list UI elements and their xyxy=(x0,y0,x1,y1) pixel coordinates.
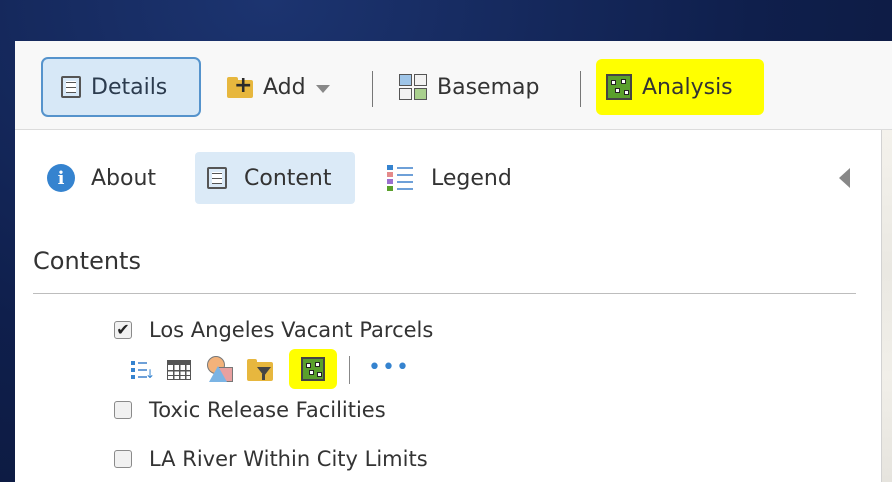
info-icon: i xyxy=(47,164,75,192)
basemap-grid-icon xyxy=(399,74,427,100)
document-list-icon xyxy=(61,76,81,98)
tab-about[interactable]: i About xyxy=(47,152,156,204)
layer-name[interactable]: LA River Within City Limits xyxy=(149,447,428,471)
toolbar-divider xyxy=(372,71,373,107)
analysis-icon xyxy=(606,74,632,100)
tab-about-label: About xyxy=(91,165,157,191)
layer-name[interactable]: Los Angeles Vacant Parcels xyxy=(149,318,433,342)
legend-list-icon xyxy=(387,164,413,192)
change-style-icon[interactable] xyxy=(205,356,233,384)
tab-legend[interactable]: Legend xyxy=(387,152,512,204)
add-label: Add xyxy=(263,74,306,100)
layer-item[interactable]: LA River Within City Limits xyxy=(114,447,428,471)
details-label: Details xyxy=(91,74,168,100)
layer-name[interactable]: Toxic Release Facilities xyxy=(149,398,386,422)
basemap-button[interactable]: Basemap xyxy=(399,57,574,117)
contents-divider xyxy=(33,293,856,294)
layer-item[interactable]: Toxic Release Facilities xyxy=(114,398,386,422)
analysis-button[interactable]: Analysis xyxy=(596,59,764,115)
layer-checkbox[interactable] xyxy=(114,401,132,419)
add-button[interactable]: + Add xyxy=(227,57,357,117)
filter-icon[interactable] xyxy=(247,358,275,382)
layer-checkbox[interactable] xyxy=(114,450,132,468)
layer-checkbox[interactable]: ✔ xyxy=(114,321,132,339)
tab-content-label: Content xyxy=(244,165,332,191)
more-options-icon[interactable]: ••• xyxy=(368,357,410,379)
basemap-label: Basemap xyxy=(437,74,540,100)
details-button[interactable]: Details xyxy=(41,57,201,117)
document-list-icon xyxy=(207,167,227,189)
analysis-label: Analysis xyxy=(642,74,733,100)
toolbar-divider xyxy=(580,71,581,107)
attribute-table-icon[interactable] xyxy=(167,360,191,380)
tab-content[interactable]: Content xyxy=(195,152,355,204)
chevron-down-icon xyxy=(315,85,330,93)
contents-heading: Contents xyxy=(33,247,141,275)
tools-divider xyxy=(349,356,350,384)
tab-legend-label: Legend xyxy=(431,165,512,191)
layer-item[interactable]: ✔ Los Angeles Vacant Parcels xyxy=(114,318,433,342)
map-viewer-panel: Details + Add Basemap Analysis i About C… xyxy=(15,41,892,482)
layer-tools: ↓ ••• xyxy=(131,349,410,389)
perform-analysis-button[interactable] xyxy=(289,349,337,389)
show-legend-icon[interactable]: ↓ xyxy=(131,359,155,381)
analysis-icon xyxy=(301,357,325,381)
collapse-panel-icon[interactable] xyxy=(839,168,850,188)
folder-plus-icon: + xyxy=(227,75,253,98)
map-view-edge[interactable] xyxy=(881,130,892,482)
main-toolbar: Details + Add Basemap Analysis xyxy=(15,41,892,130)
